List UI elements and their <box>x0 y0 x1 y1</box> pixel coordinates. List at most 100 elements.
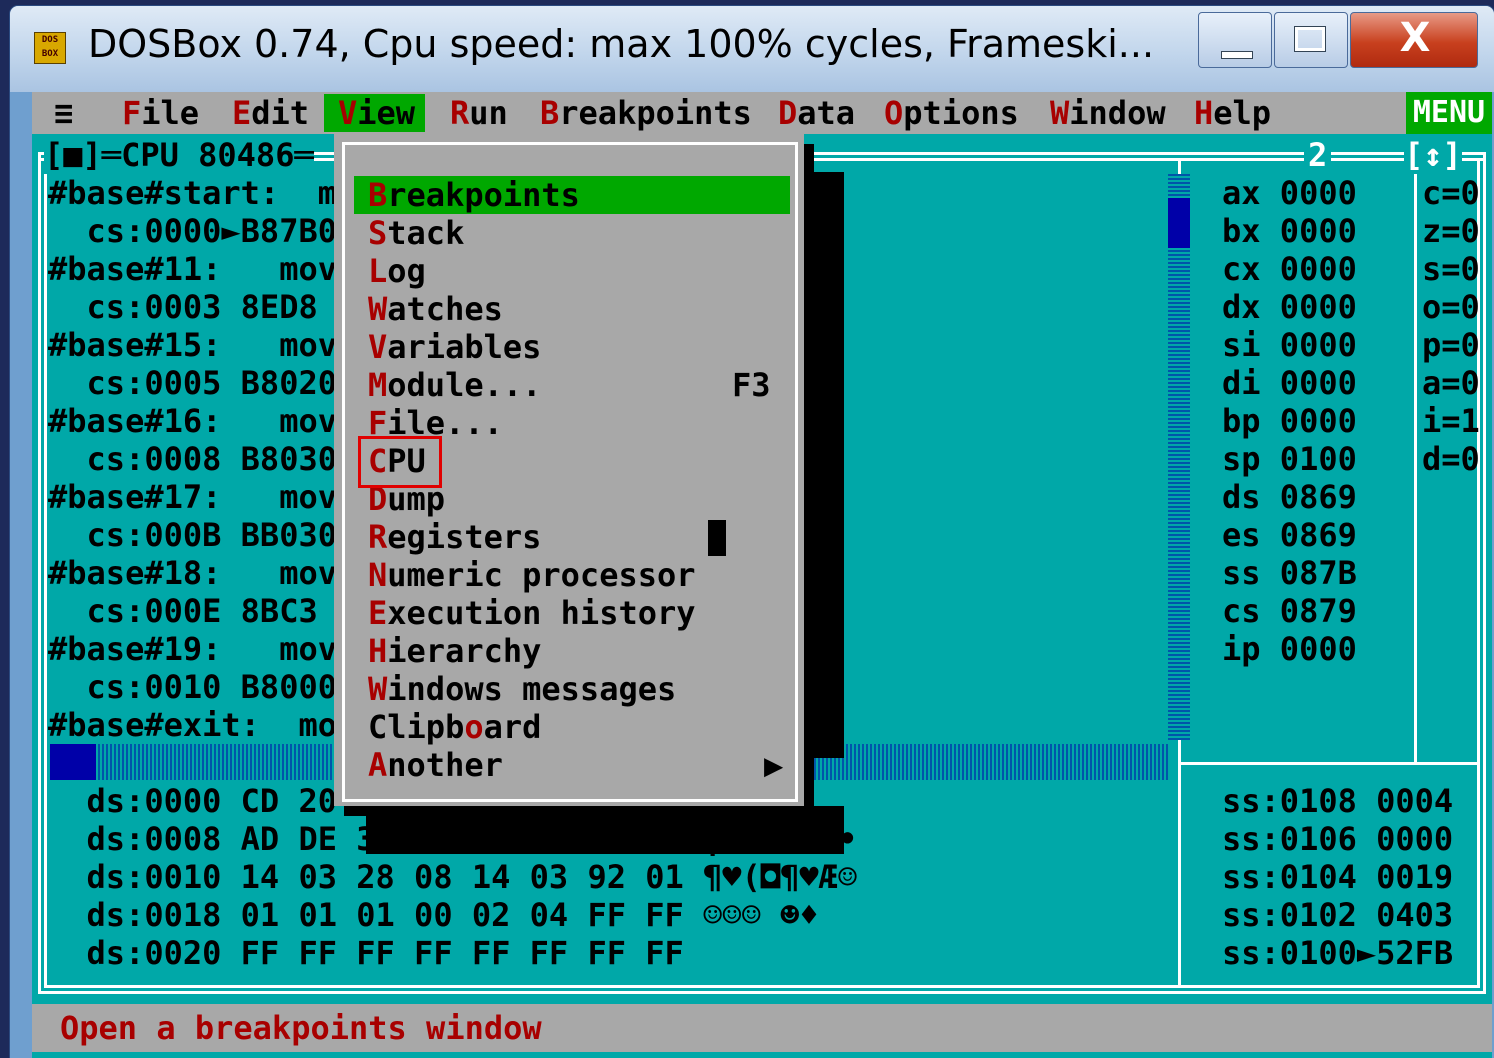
register-row: sp 0100 <box>1222 440 1357 478</box>
hotkey: o <box>464 708 484 746</box>
flag-row: p=0 <box>1422 326 1480 364</box>
view-item-breakpoints[interactable]: Breakpoints <box>368 176 778 214</box>
register-row: si 0000 <box>1222 326 1357 364</box>
menu-file[interactable]: File <box>122 94 199 132</box>
menu-file-hotkey: F <box>122 94 142 132</box>
label: indows messages <box>387 670 677 708</box>
stack-line: ss:0104 0019 <box>1222 858 1454 896</box>
hotkey: R <box>368 518 388 556</box>
register-row: es 0869 <box>1222 516 1357 554</box>
text-cursor <box>708 520 726 556</box>
minimize-icon <box>1221 51 1253 59</box>
zoom-icon[interactable]: [↕] <box>1404 136 1462 174</box>
register-row: cx 0000 <box>1222 250 1357 288</box>
cpu-highlight-box <box>358 436 442 488</box>
code-line: cs:000E 8BC3 <box>48 592 318 630</box>
cpu-frame-bottom-inner <box>44 985 1480 988</box>
view-item-watches[interactable]: Watches <box>368 290 778 328</box>
code-line: #base#17: mov <box>48 478 337 516</box>
menu-edit-label: dit <box>251 94 310 132</box>
flags-pane[interactable]: c=0 z=0 s=0 o=0 p=0 a=0 i=1 d=0 <box>1422 174 1480 478</box>
flag-row: a=0 <box>1422 364 1480 402</box>
label: atches <box>387 290 503 328</box>
menu-view-label: iew <box>357 94 416 132</box>
menu-edit[interactable]: Edit <box>232 94 309 132</box>
dosbox-app-icon[interactable]: DOS BOX <box>34 32 66 64</box>
hotkey: A <box>368 746 388 784</box>
dump-line: ds:0018 01 01 01 00 02 04 FF FF ☺☺☺ ☻♦ <box>48 896 819 934</box>
close-button[interactable]: X <box>1350 12 1478 68</box>
code-vertical-scroll-thumb[interactable] <box>1168 198 1190 248</box>
label: umeric processor <box>387 556 696 594</box>
code-line: cs:0003 8ED8 <box>48 288 318 326</box>
view-item-execution-history[interactable]: Execution history <box>368 594 778 632</box>
menu-badge[interactable]: MENU <box>1406 92 1492 134</box>
menu-view-hotkey: V <box>338 94 358 132</box>
code-pane[interactable]: #base#start: m cs:0000►B87B0 #base#11: m… <box>48 174 337 744</box>
code-line: cs:000B BB030 <box>48 516 337 554</box>
menu-breakpoints[interactable]: Breakpoints <box>540 94 752 132</box>
label-prefix: Clipb <box>368 708 465 746</box>
stack-pane[interactable]: ss:0108 0004 ss:0106 0000 ss:0104 0019 s… <box>1222 782 1453 972</box>
code-vertical-scrollbar[interactable] <box>1168 174 1190 740</box>
title-bar[interactable]: DOS BOX DOSBox 0.74, Cpu speed: max 100%… <box>10 6 1494 92</box>
hotkey: L <box>368 252 388 290</box>
view-item-module[interactable]: Module... F3 <box>368 366 778 404</box>
menu-window[interactable]: Window <box>1050 94 1166 132</box>
view-item-stack[interactable]: Stack <box>368 214 778 252</box>
label: ard <box>483 708 542 746</box>
cpu-frame-left-inner <box>44 158 47 988</box>
window-title: DOSBox 0.74, Cpu speed: max 100% cycles,… <box>88 22 1155 66</box>
menu-run[interactable]: Run <box>450 94 508 132</box>
label: tack <box>387 214 465 252</box>
hotkey: H <box>368 632 388 670</box>
view-item-variables[interactable]: Variables <box>368 328 778 366</box>
view-item-another[interactable]: Another ▶ <box>368 746 783 784</box>
view-item-clipboard[interactable]: Clipboard <box>368 708 778 746</box>
menu-data[interactable]: Data <box>778 94 855 132</box>
menu-run-hotkey: R <box>450 94 470 132</box>
view-item-windows-messages[interactable]: Windows messages <box>368 670 778 708</box>
cpu-window-title[interactable]: [■]═CPU 80486═ <box>44 136 314 174</box>
dos-screen: ≡ File Edit View Run Breakpoints Data Op… <box>32 92 1492 1058</box>
register-row: cs 0879 <box>1222 592 1357 630</box>
hotkey: N <box>368 556 388 594</box>
label: xecution history <box>387 594 696 632</box>
hotkey: B <box>368 176 388 214</box>
view-item-log[interactable]: Log <box>368 252 778 290</box>
menu-view[interactable]: View <box>324 94 426 132</box>
dump-line: ds:0010 14 03 28 08 14 03 92 01 ¶♥(◘¶♥Æ☺ <box>48 858 858 896</box>
label: reakpoints <box>387 176 580 214</box>
flags-divider <box>1414 158 1417 762</box>
close-icon: X <box>1399 15 1431 61</box>
hotkey: W <box>368 290 388 328</box>
stack-divider <box>1178 762 1480 765</box>
register-row: bx 0000 <box>1222 212 1357 250</box>
status-bar: Open a breakpoints window <box>32 1004 1492 1052</box>
label: ierarchy <box>387 632 542 670</box>
code-line: #base#16: mov <box>48 402 337 440</box>
view-item-hierarchy[interactable]: Hierarchy <box>368 632 778 670</box>
menu-edit-hotkey: E <box>232 94 252 132</box>
menu-help[interactable]: Help <box>1194 94 1271 132</box>
submenu-arrow-icon: ▶ <box>764 746 784 784</box>
menu-data-label: ata <box>797 94 856 132</box>
view-item-numeric-processor[interactable]: Numeric processor <box>368 556 778 594</box>
code-horizontal-scroll-thumb[interactable] <box>50 744 96 780</box>
label: egisters <box>387 518 542 556</box>
registers-pane[interactable]: ax 0000 bx 0000 cx 0000 dx 0000 si 0000 … <box>1222 174 1357 668</box>
system-menu-icon[interactable]: ≡ <box>54 94 73 132</box>
menu-shadow-bottom <box>366 806 844 854</box>
minimize-button[interactable] <box>1198 12 1272 68</box>
maximize-icon <box>1294 26 1326 52</box>
maximize-button[interactable] <box>1274 12 1348 68</box>
hotkey: S <box>368 214 388 252</box>
menu-options-hotkey: O <box>884 94 904 132</box>
register-row: bp 0000 <box>1222 402 1357 440</box>
register-row: di 0000 <box>1222 364 1357 402</box>
menu-bar: ≡ File Edit View Run Breakpoints Data Op… <box>32 92 1492 134</box>
menu-options[interactable]: Options <box>884 94 1019 132</box>
label: nother <box>387 746 503 784</box>
stack-line: ss:0106 0000 <box>1222 820 1454 858</box>
menu-data-hotkey: D <box>778 94 798 132</box>
